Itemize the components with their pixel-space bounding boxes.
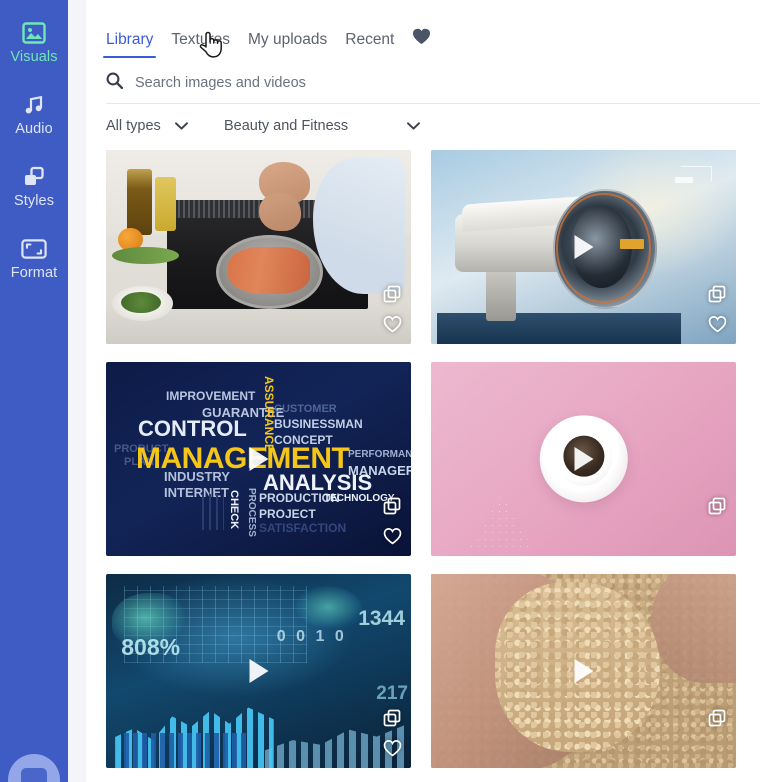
sidebar-item-label: Format	[10, 265, 58, 282]
media-card[interactable]: 808% 1344 217 0 0 1 0	[106, 574, 411, 768]
tab-label: My uploads	[247, 30, 328, 48]
heart-outline-icon[interactable]	[382, 314, 402, 334]
tab-recent[interactable]: Recent	[345, 30, 395, 59]
media-thumbnail: 808% 1344 217 0 0 1 0	[106, 574, 411, 768]
word-industry: INDUSTRY	[164, 469, 230, 484]
word-project: PROJECT	[259, 507, 316, 521]
word-performance: PERFORMANCE	[348, 449, 411, 460]
tab-library[interactable]: Library	[102, 30, 157, 59]
music-note-icon	[21, 93, 47, 117]
heart-outline-icon[interactable]	[382, 526, 402, 546]
sidebar-item-label: Styles	[13, 193, 55, 210]
media-card[interactable]	[106, 150, 411, 344]
word-improvement: IMPROVEMENT	[166, 389, 256, 403]
sidebar-item-visuals[interactable]: Visuals	[0, 8, 68, 78]
media-thumbnail	[431, 574, 736, 768]
crop-frame-icon	[21, 237, 47, 261]
image-library-panel: Visuals Audio Styles Format Library Text…	[0, 0, 760, 782]
media-grid: IMPROVEMENT GUARANTEE ASSURANCE CUSTOMER…	[86, 146, 760, 782]
media-card[interactable]: IMPROVEMENT GUARANTEE ASSURANCE CUSTOMER…	[106, 362, 411, 556]
filter-row: All types Beauty and Fitness	[86, 104, 760, 146]
word-customer: CUSTOMER	[274, 403, 337, 415]
data-value-1: 808%	[121, 634, 181, 661]
tab-bar: Library Textures My uploads Recent	[86, 0, 760, 58]
tab-favorites[interactable]	[412, 28, 431, 58]
word-check: CHECK	[228, 490, 240, 530]
copy-icon[interactable]	[707, 496, 727, 516]
media-thumbnail	[106, 150, 411, 344]
search-bar[interactable]	[106, 62, 760, 104]
sidebar-item-label: Audio	[15, 121, 53, 138]
search-input[interactable]	[135, 67, 758, 98]
media-card[interactable]	[431, 150, 736, 344]
copy-icon[interactable]	[707, 284, 727, 304]
heart-outline-icon[interactable]	[707, 314, 727, 334]
data-value-2: 1344	[358, 606, 405, 630]
tab-label: Recent	[345, 30, 395, 48]
copy-icon[interactable]	[382, 284, 402, 304]
heart-filled-icon	[412, 28, 431, 50]
search-icon	[106, 72, 124, 94]
copy-icon[interactable]	[382, 496, 402, 516]
sidebar-item-label: Visuals	[10, 49, 58, 66]
media-thumbnail: IMPROVEMENT GUARANTEE ASSURANCE CUSTOMER…	[106, 362, 411, 556]
panel-gutter	[68, 0, 86, 782]
filter-all-types[interactable]: All types	[106, 119, 224, 134]
image-icon	[21, 21, 47, 45]
data-value-3: 217	[376, 682, 408, 704]
user-avatar-icon	[21, 768, 47, 782]
data-value-4: 0 0 1 0	[276, 628, 347, 646]
chevron-down-icon	[407, 122, 420, 130]
media-card[interactable]	[431, 574, 736, 768]
heart-outline-icon[interactable]	[382, 738, 402, 758]
tab-my-uploads[interactable]: My uploads	[247, 30, 328, 59]
tab-label: Textures	[171, 30, 230, 48]
filter-label: All types	[106, 117, 161, 134]
media-thumbnail	[431, 150, 736, 344]
word-businessman: BUSINESSMAN	[274, 417, 363, 431]
word-process: PROCESS	[246, 488, 257, 537]
tab-label: Library	[106, 30, 154, 48]
copy-icon[interactable]	[382, 708, 402, 728]
sidebar: Visuals Audio Styles Format	[0, 0, 68, 782]
library-panel: Library Textures My uploads Recent Searc…	[86, 0, 760, 782]
sidebar-item-styles[interactable]: Styles	[0, 152, 68, 222]
copy-icon[interactable]	[707, 708, 727, 728]
media-card[interactable]	[431, 362, 736, 556]
word-control: CONTROL	[138, 416, 247, 441]
avatar[interactable]	[8, 754, 60, 782]
shapes-icon	[21, 165, 47, 189]
word-satisfaction: SATISFACTION	[259, 521, 347, 535]
sidebar-item-audio[interactable]: Audio	[0, 80, 68, 150]
media-thumbnail	[431, 362, 736, 556]
chevron-down-icon	[174, 122, 188, 130]
sidebar-item-format[interactable]: Format	[0, 224, 68, 294]
filter-category[interactable]: Beauty and Fitness	[224, 119, 420, 134]
filter-label: Beauty and Fitness	[224, 117, 349, 134]
tab-textures[interactable]: Textures	[171, 30, 230, 59]
